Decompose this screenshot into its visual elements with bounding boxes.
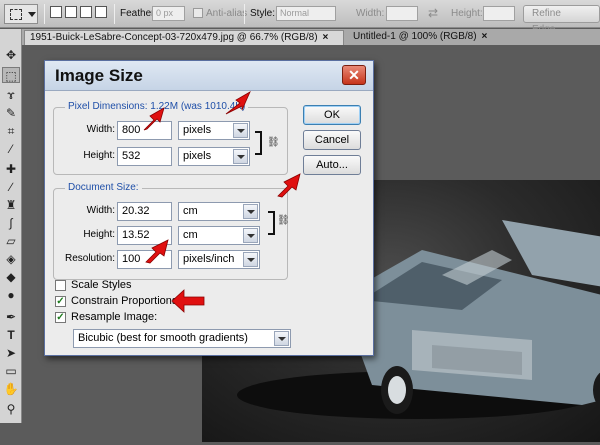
select-value: pixels — [183, 124, 212, 136]
new-selection-icon[interactable] — [50, 6, 62, 18]
select-value: cm — [183, 229, 198, 241]
pixel-height-input[interactable]: 532 — [117, 147, 172, 166]
hand-tool-icon[interactable]: ✋ — [2, 381, 20, 397]
ok-button[interactable]: OK — [303, 105, 361, 125]
close-button[interactable]: ✕ — [342, 65, 366, 85]
resample-method-select[interactable]: Bicubic (best for smooth gradients) — [73, 329, 291, 348]
select-value: pixels/inch — [183, 253, 235, 265]
chevron-down-icon — [243, 228, 258, 243]
chain-link-icon: ⛓ — [277, 215, 290, 226]
annotation-arrow-icon — [143, 107, 165, 131]
lasso-tool-icon[interactable]: ɤ — [2, 87, 20, 103]
options-bar: Feather: 0 px Anti-alias Style: Normal W… — [0, 0, 600, 35]
pixel-width-label: Width: — [86, 124, 115, 135]
marquee-tool-icon[interactable]: ⬚ — [2, 67, 20, 83]
constrain-proportions-checkbox[interactable]: ✓ — [55, 296, 66, 307]
eyedropper-tool-icon[interactable]: ⁄ — [2, 141, 20, 157]
intersect-selection-icon[interactable] — [95, 6, 107, 18]
paint-bucket-tool-icon[interactable]: ◈ — [2, 251, 20, 267]
image-size-dialog: Image Size ✕ Pixel Dimensions: 1.22M (wa… — [44, 60, 374, 356]
doc-width-label: Width: — [86, 205, 115, 216]
chevron-down-icon — [274, 331, 289, 346]
pixel-width-unit-select[interactable]: pixels — [178, 121, 250, 140]
quick-selection-tool-icon[interactable]: ✎ — [2, 105, 20, 121]
eraser-tool-icon[interactable]: ▱ — [2, 233, 20, 249]
doc-width-unit-select[interactable]: cm — [178, 202, 260, 221]
divider — [244, 4, 245, 24]
chevron-down-icon — [28, 12, 36, 17]
chain-link-icon: ⛓ — [267, 137, 280, 148]
path-selection-tool-icon[interactable]: ➤ — [2, 345, 20, 361]
pen-tool-icon[interactable]: ✒ — [2, 309, 20, 325]
doc-height-label: Height: — [83, 229, 115, 240]
dialog-titlebar[interactable]: Image Size ✕ — [45, 61, 373, 91]
annotation-arrow-icon — [277, 173, 301, 198]
dialog-title: Image Size — [55, 66, 143, 85]
blur-tool-icon[interactable]: ◆ — [2, 269, 20, 285]
feather-input[interactable]: 0 px — [152, 6, 185, 21]
auto-button[interactable]: Auto... — [303, 155, 361, 175]
document-size-title: Document Size: — [65, 182, 142, 193]
crop-tool-icon[interactable]: ⌗ — [2, 123, 20, 139]
scale-styles-label: Scale Styles — [71, 279, 132, 291]
pixel-height-label: Height: — [83, 150, 115, 161]
antialias-label: Anti-alias — [206, 8, 248, 19]
annotation-arrow-icon — [225, 91, 251, 115]
move-tool-icon[interactable]: ✥ — [2, 47, 20, 63]
add-selection-icon[interactable] — [65, 6, 77, 18]
tab-label: 1951-Buick-LeSabre-Concept-03-720x479.jp… — [30, 32, 318, 43]
clone-stamp-tool-icon[interactable]: ♜ — [2, 197, 20, 213]
chevron-down-icon — [243, 252, 258, 267]
scale-styles-checkbox[interactable] — [55, 280, 66, 291]
document-tabs: 1951-Buick-LeSabre-Concept-03-720x479.jp… — [22, 29, 600, 45]
tool-preset-picker[interactable] — [4, 4, 38, 24]
select-value: cm — [183, 205, 198, 217]
cancel-button[interactable]: Cancel — [303, 130, 361, 150]
history-brush-tool-icon[interactable]: ∫ — [2, 215, 20, 231]
refine-edge-button[interactable]: Refine Edge... — [523, 5, 600, 35]
resample-image-checkbox[interactable]: ✓ — [55, 312, 66, 323]
constrain-proportions-label: Constrain Proportions — [71, 295, 178, 307]
divider — [44, 4, 45, 24]
brush-tool-icon[interactable]: ∕ — [2, 179, 20, 195]
healing-brush-tool-icon[interactable]: ✚ — [2, 161, 20, 177]
tab-label: Untitled-1 @ 100% (RGB/8) — [353, 31, 477, 42]
pixel-height-unit-select[interactable]: pixels — [178, 147, 250, 166]
type-tool-icon[interactable]: T — [2, 327, 20, 343]
width-input[interactable] — [386, 6, 418, 21]
rectangle-tool-icon[interactable]: ▭ — [2, 363, 20, 379]
dodge-tool-icon[interactable]: ● — [2, 287, 20, 303]
chevron-down-icon — [233, 123, 248, 138]
close-icon[interactable]: × — [323, 32, 329, 43]
subtract-selection-icon[interactable] — [80, 6, 92, 18]
select-value: Bicubic (best for smooth gradients) — [78, 332, 248, 344]
antialias-checkbox[interactable] — [193, 8, 203, 18]
select-value: pixels — [183, 150, 212, 162]
style-label: Style: — [250, 8, 276, 19]
resolution-label: Resolution: — [64, 253, 115, 264]
annotation-arrow-icon — [145, 239, 169, 264]
close-icon[interactable]: × — [482, 31, 488, 42]
marquee-icon — [10, 9, 22, 20]
doc-width-input[interactable]: 20.32 — [117, 202, 172, 221]
tab-document-buick[interactable]: 1951-Buick-LeSabre-Concept-03-720x479.jp… — [24, 30, 344, 45]
divider — [114, 4, 115, 24]
constrain-bracket — [268, 211, 275, 235]
height-input[interactable] — [483, 6, 515, 21]
style-select[interactable]: Normal — [276, 6, 336, 21]
width-label: Width: — [356, 8, 385, 19]
resolution-unit-select[interactable]: pixels/inch — [178, 250, 260, 269]
zoom-tool-icon[interactable]: ⚲ — [2, 401, 20, 417]
resample-image-label: Resample Image: — [71, 311, 158, 323]
chevron-down-icon — [243, 204, 258, 219]
constrain-bracket — [255, 131, 262, 155]
tools-panel: ✥ ⬚ ɤ ✎ ⌗ ⁄ ✚ ∕ ♜ ∫ ▱ ◈ ◆ ● ✒ T ➤ ▭ ✋ ⚲ — [0, 29, 22, 423]
doc-height-unit-select[interactable]: cm — [178, 226, 260, 245]
tab-document-untitled[interactable]: Untitled-1 @ 100% (RGB/8) × — [348, 30, 518, 45]
height-label: Height: — [451, 8, 483, 19]
annotation-arrow-icon — [171, 289, 205, 313]
chevron-down-icon — [233, 149, 248, 164]
swap-icon[interactable]: ⇄ — [428, 6, 438, 20]
